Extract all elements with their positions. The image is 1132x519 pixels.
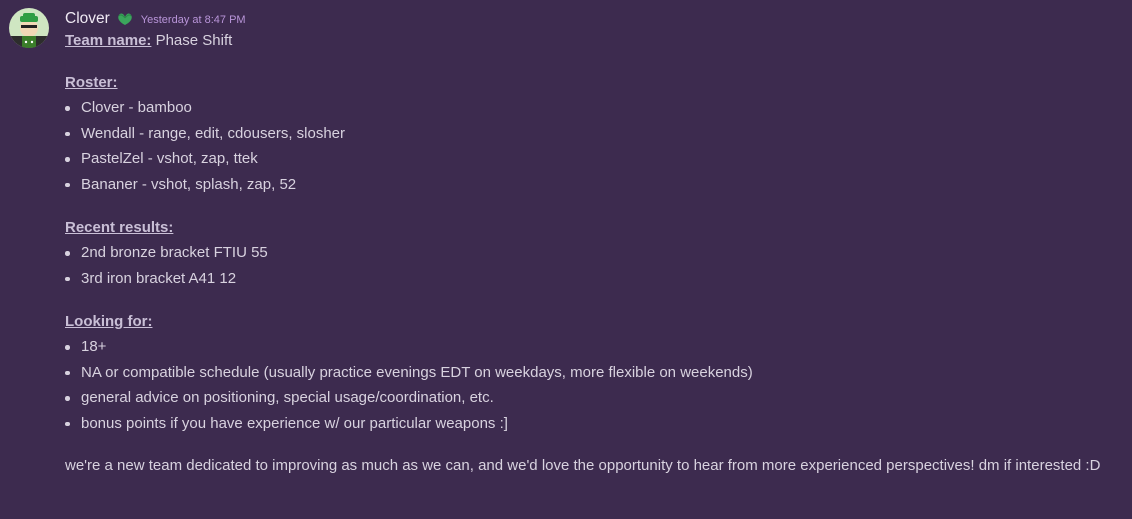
roster-heading: Roster: xyxy=(65,74,118,91)
green-leaf-badge-icon[interactable] xyxy=(115,9,135,29)
message-header: Clover Yesterday at 8:47 PM xyxy=(65,9,246,29)
team-name-label: Team name: xyxy=(65,32,152,49)
list-item: 2nd bronze bracket FTIU 55 xyxy=(65,240,1125,266)
list-item: PastelZel - vshot, zap, ttek xyxy=(65,146,1125,172)
team-name-line: Team name: Phase Shift xyxy=(65,30,1125,52)
closing-text: we're a new team dedicated to improving … xyxy=(65,457,1101,474)
recent-results-list: 2nd bronze bracket FTIU 55 3rd iron brac… xyxy=(65,240,1125,291)
list-item: Bananer - vshot, splash, zap, 52 xyxy=(65,172,1125,198)
list-item: Wendall - range, edit, cdousers, slosher xyxy=(65,121,1125,147)
author-name[interactable]: Clover xyxy=(65,10,110,28)
chat-message: Clover Yesterday at 8:47 PM Team name: P… xyxy=(0,0,1132,519)
team-name-value: Phase Shift xyxy=(151,32,233,49)
list-item: Clover - bamboo xyxy=(65,95,1125,121)
avatar-image xyxy=(9,8,49,48)
roster-list: Clover - bamboo Wendall - range, edit, c… xyxy=(65,95,1125,197)
list-item: NA or compatible schedule (usually pract… xyxy=(65,360,1125,386)
list-item: 18+ xyxy=(65,334,1125,360)
recent-results-heading: Recent results: xyxy=(65,219,174,236)
list-item: bonus points if you have experience w/ o… xyxy=(65,411,1125,437)
looking-for-list: 18+ NA or compatible schedule (usually p… xyxy=(65,334,1125,436)
user-avatar[interactable] xyxy=(9,8,49,48)
list-item: 3rd iron bracket A41 12 xyxy=(65,266,1125,292)
message-timestamp[interactable]: Yesterday at 8:47 PM xyxy=(141,14,246,26)
looking-for-heading: Looking for: xyxy=(65,313,153,330)
list-item: general advice on positioning, special u… xyxy=(65,385,1125,411)
message-content: Team name: Phase Shift Roster: Clover - … xyxy=(65,30,1125,477)
